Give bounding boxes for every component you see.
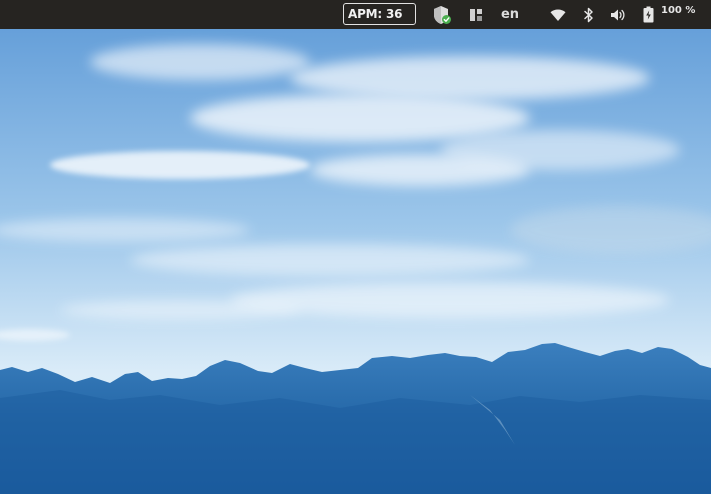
layout-icon (470, 8, 482, 21)
network-button[interactable] (549, 0, 567, 29)
apm-label: APM: 36 (348, 7, 403, 21)
workspace-layout-button[interactable] (468, 0, 484, 29)
wifi-icon (550, 9, 566, 21)
top-panel: APM: 36 en 100 % (0, 0, 711, 29)
security-status-button[interactable] (431, 0, 453, 29)
bluetooth-button[interactable] (582, 0, 596, 29)
battery-button[interactable] (641, 0, 655, 29)
keyboard-layout-button[interactable]: en (499, 0, 521, 29)
battery-icon (643, 6, 653, 23)
apm-indicator[interactable]: APM: 36 (343, 3, 416, 25)
bluetooth-icon (584, 7, 593, 22)
desktop: APM: 36 en 100 % (0, 0, 711, 494)
battery-percentage: 100 % (661, 5, 696, 16)
desktop-wallpaper (0, 0, 711, 494)
language-label: en (500, 7, 520, 22)
volume-icon (611, 9, 625, 20)
volume-button[interactable] (609, 0, 627, 29)
shield-check-icon (434, 5, 451, 24)
